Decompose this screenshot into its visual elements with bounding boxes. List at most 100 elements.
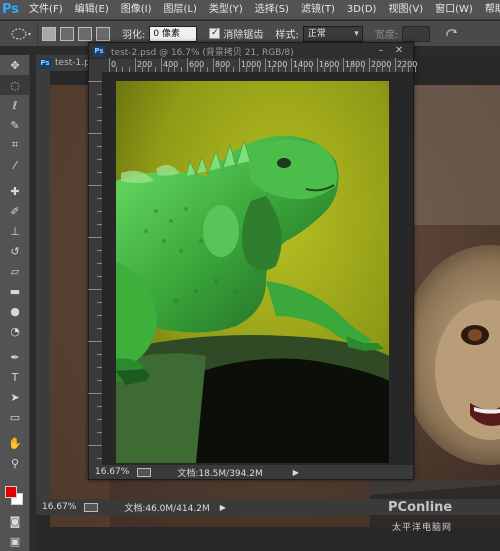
menu-type[interactable]: 类型(Y) [203,0,249,20]
ruler-minor-tick [382,67,383,72]
new-selection-button[interactable] [42,26,56,41]
menu-3d[interactable]: 3D(D) [341,0,383,20]
ruler-tick [97,367,102,368]
menu-filter[interactable]: 滤镜(T) [295,0,341,20]
blur-icon[interactable]: ● [0,301,30,321]
ruler-minor-tick [226,67,227,72]
type-icon[interactable]: T [0,367,30,387]
ruler-minor-tick [356,67,357,72]
ruler-tick [97,406,102,407]
canvas-area [103,73,413,465]
pen-icon[interactable]: ✒ [0,347,30,367]
minimize-icon[interactable]: – [375,45,387,57]
menu-window[interactable]: 窗口(W) [429,0,479,20]
tools-panel: ✥ ◌ ℓ ✎ ⌗ ⁄ ✚ ✐ ⊥ ↺ ▱ ▬ ● ◔ ✒ T ➤ ▭ ✋ ⚲ … [0,55,30,551]
style-select[interactable]: 正常 [302,25,363,42]
status-menu-arrow-icon[interactable]: ▶ [220,503,226,512]
ruler-tick [88,81,102,82]
eraser-icon[interactable]: ▱ [0,261,30,281]
ruler-minor-tick [245,67,247,72]
ruler-minor-tick [362,67,364,72]
marquee-icon[interactable]: ◌ [0,75,30,95]
foreground-color-swatch[interactable] [5,486,17,498]
ruler-label: 800 [215,60,231,69]
document-title: test-2.psd @ 16.7% (背景拷贝 21, RGB/8) [111,47,294,58]
zoom-icon[interactable]: ⚲ [0,453,30,473]
menu-image[interactable]: 图像(I) [115,0,158,20]
ruler-minor-tick [115,67,117,72]
ruler-tick [97,159,102,160]
swap-icon[interactable] [444,27,460,41]
menu-view[interactable]: 视图(V) [382,0,429,20]
history-brush-icon[interactable]: ↺ [0,241,30,261]
hand-icon[interactable]: ✋ [0,433,30,453]
ruler-tick [239,58,240,72]
close-icon[interactable]: ✕ [393,45,405,57]
horizontal-ruler[interactable]: 0 200 400 600 800 1000 1200 1400 1600 1800 2000 220… [103,58,417,73]
ruler-minor-tick [128,67,130,72]
document-title-bar[interactable]: Ps test-2.psd @ 16.7% (背景拷贝 21, RGB/8) –… [89,43,413,59]
menu-help[interactable]: 帮助(H) [479,0,500,20]
shape-icon[interactable]: ▭ [0,407,30,427]
healing-icon[interactable]: ✚ [0,181,30,201]
document-info: 文档:18.5M/394.2M [177,468,263,479]
iguana-image[interactable] [116,81,389,463]
ruler-tick [97,198,102,199]
menu-file[interactable]: 文件(F) [23,0,69,20]
quick-mask-icon[interactable]: ◙ [0,511,30,531]
ruler-tick [97,380,102,381]
subtract-selection-button[interactable] [78,26,92,41]
document-icon: Ps [93,45,105,57]
antialias-checkbox[interactable]: ✓ [209,28,221,39]
floating-document-window: Ps test-2.psd @ 16.7% (背景拷贝 21, RGB/8) –… [88,42,417,480]
eyedropper-icon[interactable]: ⁄ [0,155,30,175]
ruler-minor-tick [122,67,123,72]
ruler-minor-tick [193,67,195,72]
dodge-icon[interactable]: ◔ [0,321,30,341]
move-icon[interactable]: ✥ [0,55,30,75]
tool-preset-picker[interactable] [4,22,38,45]
ruler-minor-tick [258,67,260,72]
ruler-tick [88,289,102,290]
ruler-minor-tick [200,67,201,72]
lasso-icon[interactable]: ℓ [0,95,30,115]
ruler-tick [395,58,396,72]
background-document-tab-label: test-1.p [55,58,90,68]
background-zoom-level[interactable]: 16.67% [42,502,76,512]
status-icon [84,502,99,512]
ruler-tick [97,94,102,95]
menu-select[interactable]: 选择(S) [249,0,295,20]
ruler-tick [135,58,136,72]
ruler-minor-tick [154,67,156,72]
ruler-tick [343,58,344,72]
intersect-selection-button[interactable] [96,26,110,41]
gradient-icon[interactable]: ▬ [0,281,30,301]
status-menu-arrow-icon[interactable]: ▶ [293,468,299,477]
crop-icon[interactable]: ⌗ [0,135,30,155]
ruler-minor-tick [278,67,279,72]
ruler-minor-tick [297,67,299,72]
menu-layer[interactable]: 图层(L) [158,0,203,20]
ruler-minor-tick [408,67,409,72]
ruler-tick [97,107,102,108]
brush-icon[interactable]: ✐ [0,201,30,221]
feather-input[interactable]: 0 像素 [149,25,198,42]
zoom-level[interactable]: 16.67% [95,467,129,477]
ruler-minor-tick [219,67,221,72]
stamp-icon[interactable]: ⊥ [0,221,30,241]
vertical-ruler[interactable] [88,73,103,465]
ruler-corner[interactable] [89,59,103,73]
add-to-selection-button[interactable] [60,26,74,41]
ruler-tick [97,263,102,264]
ruler-tick [88,237,102,238]
ruler-minor-tick [330,67,331,72]
quick-select-icon[interactable]: ✎ [0,115,30,135]
screen-mode-icon[interactable]: ▣ [0,531,30,551]
width-input[interactable] [402,25,431,42]
ruler-tick [88,393,102,394]
menu-edit[interactable]: 编辑(E) [69,0,115,20]
ruler-tick [97,328,102,329]
path-select-icon[interactable]: ➤ [0,387,30,407]
document-icon: Ps [39,57,51,69]
ruler-minor-tick [167,67,169,72]
